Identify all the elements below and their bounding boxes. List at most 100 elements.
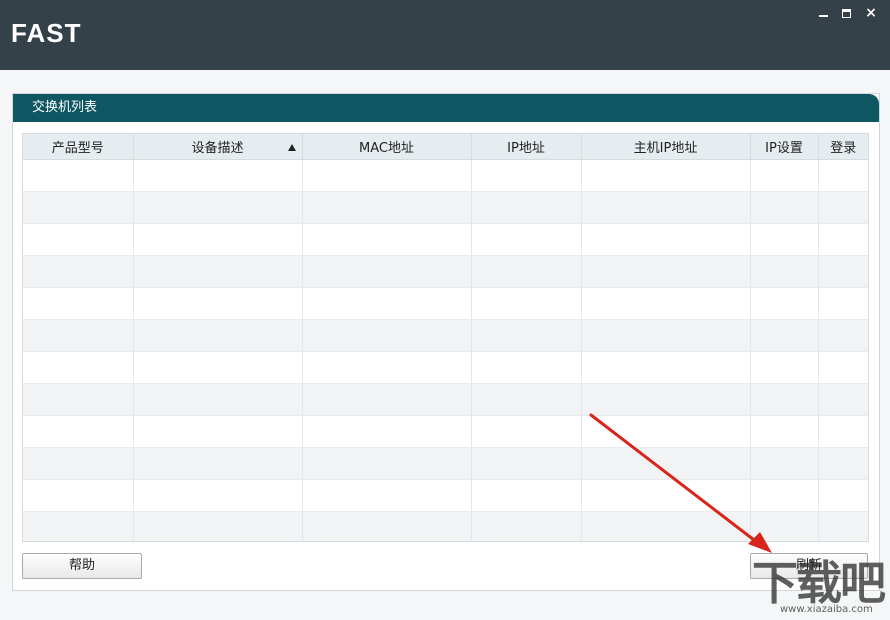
close-button[interactable]: × (862, 4, 880, 22)
table-cell (23, 319, 134, 352)
table-cell (581, 159, 751, 192)
table-cell (133, 511, 303, 541)
table-cell (302, 351, 472, 384)
table-cell (133, 415, 303, 448)
table-cell (818, 415, 868, 448)
panel-title: 交换机列表 (32, 100, 98, 115)
help-button[interactable]: 帮助 (22, 553, 142, 579)
table-cell (581, 383, 751, 416)
table-cell (750, 223, 819, 256)
table-cell (750, 415, 819, 448)
table-cell (23, 383, 134, 416)
table-cell (471, 191, 582, 224)
table-row[interactable] (23, 415, 868, 448)
table-cell (302, 287, 472, 320)
table-cell (23, 255, 134, 288)
table-row[interactable] (23, 351, 868, 384)
table-cell (133, 255, 303, 288)
table-cell (818, 351, 868, 384)
table-cell (23, 511, 134, 541)
table-cell (581, 415, 751, 448)
sort-ascending-icon (287, 144, 296, 151)
column-header-ip-settings[interactable]: IP设置 (750, 134, 819, 160)
table-cell (302, 255, 472, 288)
table-cell (750, 351, 819, 384)
table-cell (750, 287, 819, 320)
column-header-host-ip[interactable]: 主机IP地址 (581, 134, 751, 160)
table-row[interactable] (23, 511, 868, 541)
table-cell (750, 383, 819, 416)
table-cell (133, 319, 303, 352)
table-row[interactable] (23, 191, 868, 224)
table-cell (750, 191, 819, 224)
table-cell (581, 255, 751, 288)
table-cell (133, 191, 303, 224)
maximize-button[interactable] (838, 4, 856, 22)
table-cell (23, 159, 134, 192)
table-row[interactable] (23, 383, 868, 416)
table-cell (818, 479, 868, 512)
window-titlebar[interactable]: FAST × (0, 0, 890, 70)
table-row[interactable] (23, 223, 868, 256)
table-cell (302, 319, 472, 352)
table-cell (581, 319, 751, 352)
watermark-logo: 下载吧 (752, 556, 886, 610)
fast-logo: FAST (11, 18, 82, 48)
table-row[interactable] (23, 319, 868, 352)
watermark-url: www.xiazaiba.com (780, 604, 873, 615)
table-header-row: 产品型号 设备描述 MAC地址 IP地址 主机IP地址 IP设置 登录 (23, 134, 868, 160)
table-row[interactable] (23, 479, 868, 512)
column-header-model[interactable]: 产品型号 (23, 134, 134, 160)
table-cell (471, 319, 582, 352)
table-cell (750, 479, 819, 512)
table-cell (818, 159, 868, 192)
table-cell (818, 383, 868, 416)
table-cell (818, 447, 868, 480)
table-row[interactable] (23, 255, 868, 288)
table-cell (471, 287, 582, 320)
table-cell (23, 415, 134, 448)
table-cell (133, 447, 303, 480)
table-cell (133, 287, 303, 320)
maximize-icon (842, 9, 851, 18)
table-cell (581, 351, 751, 384)
table-cell (581, 287, 751, 320)
table-cell (471, 479, 582, 512)
table-cell (302, 191, 472, 224)
column-header-login[interactable]: 登录 (818, 134, 868, 160)
table-cell (818, 191, 868, 224)
column-header-ip[interactable]: IP地址 (471, 134, 582, 160)
table-cell (133, 159, 303, 192)
table-body (23, 159, 868, 541)
table-cell (471, 511, 582, 541)
table-cell (471, 447, 582, 480)
table-cell (23, 479, 134, 512)
table-row[interactable] (23, 287, 868, 320)
table-cell (750, 511, 819, 541)
table-row[interactable] (23, 447, 868, 480)
table-cell (818, 319, 868, 352)
table-cell (23, 447, 134, 480)
table-cell (133, 351, 303, 384)
table-cell (750, 447, 819, 480)
table-cell (581, 223, 751, 256)
minimize-button[interactable] (815, 4, 833, 22)
table-cell (23, 223, 134, 256)
table-row[interactable] (23, 159, 868, 192)
table-cell (818, 287, 868, 320)
table-cell (818, 223, 868, 256)
column-header-mac[interactable]: MAC地址 (302, 134, 472, 160)
table-cell (471, 159, 582, 192)
table-cell (302, 479, 472, 512)
table-cell (471, 223, 582, 256)
table-cell (133, 223, 303, 256)
table-cell (133, 479, 303, 512)
table-cell (581, 191, 751, 224)
table-cell (471, 383, 582, 416)
column-header-description[interactable]: 设备描述 (133, 134, 303, 160)
table-cell (302, 511, 472, 541)
switch-table[interactable]: 产品型号 设备描述 MAC地址 IP地址 主机IP地址 IP设置 登录 (22, 133, 869, 542)
column-header-label: 设备描述 (191, 141, 244, 156)
table-cell (302, 159, 472, 192)
table-cell (750, 319, 819, 352)
